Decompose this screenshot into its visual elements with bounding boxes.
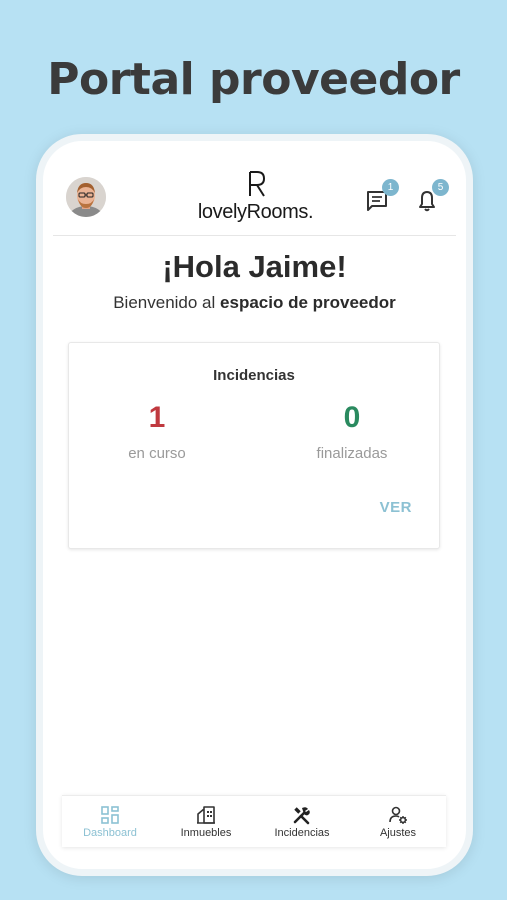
tools-icon: [293, 807, 310, 825]
brand-logo: lovelyRooms.: [193, 169, 318, 225]
welcome-text: Bienvenido al espacio de proveedor: [43, 293, 466, 313]
welcome-prefix: Bienvenido al: [113, 293, 221, 312]
stat-in-progress-value: 1: [148, 401, 166, 434]
logo-r-icon: [249, 171, 266, 197]
page-headline: Portal proveedor: [47, 54, 460, 105]
bottom-nav: Dashboard Inmuebles Incidencias Ajustes: [62, 795, 446, 847]
header-divider: [53, 235, 456, 236]
screen: Portal proveedor lovelyRooms. 1 5 ¡Hola …: [0, 0, 507, 900]
stat-finished: 0 finalizadas: [277, 399, 427, 462]
user-settings-icon: [389, 806, 407, 824]
logo-text: lovelyRooms.: [197, 201, 314, 223]
messages-badge: 1: [382, 179, 399, 196]
card-title: Incidencias: [213, 367, 295, 384]
nav-item-ajustes[interactable]: Ajustes: [350, 796, 446, 847]
stat-in-progress: 1 en curso: [82, 399, 232, 462]
nav-label-inmuebles: Inmuebles: [180, 827, 232, 839]
stat-in-progress-label: en curso: [128, 445, 186, 462]
building-icon: [197, 806, 215, 824]
nav-label-incidencias: Incidencias: [274, 827, 330, 839]
nav-item-incidencias[interactable]: Incidencias: [254, 796, 350, 847]
ver-link[interactable]: VER: [380, 499, 412, 516]
phone-frame: lovelyRooms. 1 5 ¡Hola Jaime! Bienvenido…: [36, 134, 473, 876]
nav-label-dashboard: Dashboard: [83, 827, 137, 839]
stat-finished-value: 0: [343, 401, 361, 434]
dashboard-grid-icon: [101, 806, 119, 824]
app-header: lovelyRooms. 1 5: [43, 141, 466, 237]
nav-item-inmuebles[interactable]: Inmuebles: [158, 796, 254, 847]
notifications-badge: 5: [432, 179, 449, 196]
greeting-title: ¡Hola Jaime!: [162, 249, 347, 284]
notifications-button[interactable]: 5: [415, 179, 449, 215]
avatar[interactable]: [66, 177, 106, 217]
stat-finished-label: finalizadas: [316, 445, 388, 462]
messages-button[interactable]: 1: [365, 179, 399, 215]
incidencias-card: Incidencias 1 en curso 0 finalizadas VER: [68, 342, 440, 549]
avatar-photo: [66, 177, 106, 217]
nav-label-ajustes: Ajustes: [379, 827, 417, 839]
welcome-strong: espacio de proveedor: [220, 293, 396, 312]
nav-item-dashboard[interactable]: Dashboard: [62, 796, 158, 847]
